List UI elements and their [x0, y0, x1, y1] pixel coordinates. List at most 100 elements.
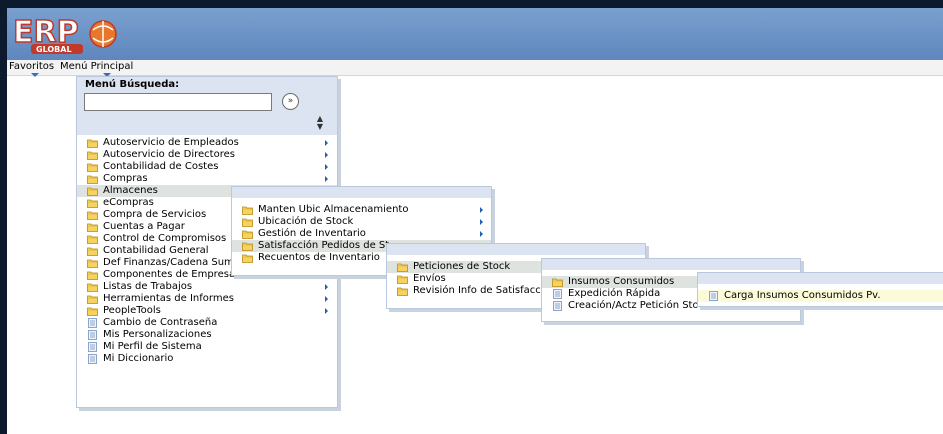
menu-item-label: Herramientas de Informes [103, 293, 234, 304]
submenu-arrow-icon [325, 140, 328, 146]
folder-icon [87, 150, 98, 160]
submenu-arrow-icon [480, 219, 483, 225]
erp-global-logo[interactable]: ERP GLOBAL [11, 10, 121, 56]
submenu-arrow-icon [480, 231, 483, 237]
search-go-icon[interactable]: » [282, 93, 299, 110]
menu-item[interactable]: Ubicación de Stock [232, 216, 491, 228]
submenu-header [232, 187, 491, 198]
folder-icon [242, 205, 253, 215]
submenu-arrow-icon [325, 164, 328, 170]
menu-item-label: Mi Perfil de Sistema [103, 341, 202, 352]
folder-icon [87, 210, 98, 220]
folder-icon [87, 258, 98, 268]
folder-icon [242, 241, 253, 251]
app-header: ERP GLOBAL [7, 8, 943, 60]
folder-icon [242, 253, 253, 263]
menu-item[interactable]: Cambio de Contraseña [77, 317, 337, 329]
menu-item-label: Creación/Actz Petición Stock [568, 300, 710, 311]
menu-item-label: Contabilidad de Costes [103, 161, 219, 172]
folder-icon [242, 217, 253, 227]
submenu-arrow-icon [325, 152, 328, 158]
menu-item[interactable]: Mi Perfil de Sistema [77, 341, 337, 353]
menu-item-label: Peticiones de Stock [413, 261, 511, 272]
submenu-arrow-icon [325, 176, 328, 182]
menu-item-label: Contabilidad General [103, 245, 209, 256]
menu-item-label: Mi Diccionario [103, 353, 174, 364]
main-menu[interactable]: Menú Principal [60, 61, 133, 72]
menu-item-label: Autoservicio de Empleados [103, 137, 239, 148]
menu-item-label: PeopleTools [103, 305, 161, 316]
submenu-header [542, 259, 800, 270]
submenu-arrow-icon [325, 308, 328, 314]
menu-item[interactable]: Contabilidad de Costes [77, 161, 337, 173]
menu-item-label: Cambio de Contraseña [103, 317, 218, 328]
menu-item-label: Autoservicio de Directores [103, 149, 235, 160]
submenu-header [698, 273, 943, 284]
menu-item-label: Almacenes [103, 185, 158, 196]
menu-item-label: Listas de Trabajos [103, 281, 193, 292]
window-left-border [0, 8, 7, 434]
favorites-menu[interactable]: Favoritos [9, 61, 54, 72]
menu-item[interactable]: Mis Personalizaciones [77, 329, 337, 341]
menu-item-label: Carga Insumos Consumidos Pv. [724, 290, 881, 301]
sort-icon[interactable]: ▲ ▼ [317, 115, 323, 131]
menu-item-label: Insumos Consumidos [568, 276, 675, 287]
favorites-dropdown-icon[interactable] [31, 73, 39, 77]
window-top-border [0, 0, 943, 8]
folder-icon [87, 198, 98, 208]
menu-item[interactable]: Herramientas de Informes [77, 293, 337, 305]
folder-icon [87, 234, 98, 244]
folder-icon [87, 246, 98, 256]
menu-search-title: Menú Búsqueda: [85, 79, 180, 90]
folder-icon [87, 186, 98, 196]
menu-item[interactable]: Gestión de Inventario [232, 228, 491, 240]
page-icon [87, 354, 98, 364]
menu-item-label: Cuentas a Pagar [103, 221, 185, 232]
submenu-arrow-icon [480, 207, 483, 213]
page-icon [87, 330, 98, 340]
menu-item[interactable]: Autoservicio de Empleados [77, 137, 337, 149]
folder-icon [397, 262, 408, 272]
page-icon [552, 301, 563, 311]
folder-icon [552, 277, 563, 287]
svg-text:GLOBAL: GLOBAL [36, 45, 72, 54]
menu-item-label: Expedición Rápida [568, 288, 661, 299]
menu-item[interactable]: PeopleTools [77, 305, 337, 317]
submenu-arrow-icon [325, 296, 328, 302]
folder-icon [397, 286, 408, 296]
menu-item-label: Compras [103, 173, 148, 184]
page-icon [708, 291, 719, 301]
menu-item[interactable]: Compras [77, 173, 337, 185]
menu-item-label: Mis Personalizaciones [103, 329, 212, 340]
menu-item-label: Envíos [413, 273, 446, 284]
menu-item-label: Componentes de Empresa [103, 269, 236, 280]
menu-search-input[interactable] [84, 93, 272, 111]
folder-icon [87, 282, 98, 292]
submenu-arrow-icon [325, 284, 328, 290]
menu-item-label: Ubicación de Stock [258, 216, 354, 227]
folder-icon [87, 174, 98, 184]
page-icon [87, 342, 98, 352]
menu-item-label: Revisión Info de Satisfacci [413, 285, 544, 296]
folder-icon [87, 294, 98, 304]
menu-item-label: eCompras [103, 197, 154, 208]
folder-icon [242, 229, 253, 239]
menu-item[interactable]: Autoservicio de Directores [77, 149, 337, 161]
menu-item-label: Compra de Servicios [103, 209, 207, 220]
menu-item[interactable]: Listas de Trabajos [77, 281, 337, 293]
menu-item-label: Manten Ubic Almacenamiento [258, 204, 409, 215]
menu-item-label: Gestión de Inventario [258, 228, 366, 239]
folder-icon [87, 306, 98, 316]
page-icon [87, 318, 98, 328]
submenu-header [387, 244, 645, 255]
folder-icon [87, 162, 98, 172]
menu-item[interactable]: Manten Ubic Almacenamiento [232, 204, 491, 216]
insumos-consumidos-submenu: Carga Insumos Consumidos Pv. [697, 272, 943, 307]
folder-icon [87, 138, 98, 148]
menu-item-label: Control de Compromisos [103, 233, 227, 244]
page-icon [552, 289, 563, 299]
menu-item[interactable]: Carga Insumos Consumidos Pv. [698, 290, 943, 302]
folder-icon [87, 222, 98, 232]
menu-item[interactable]: Mi Diccionario [77, 353, 337, 365]
menu-item-label: Recuentos de Inventario [258, 252, 380, 263]
